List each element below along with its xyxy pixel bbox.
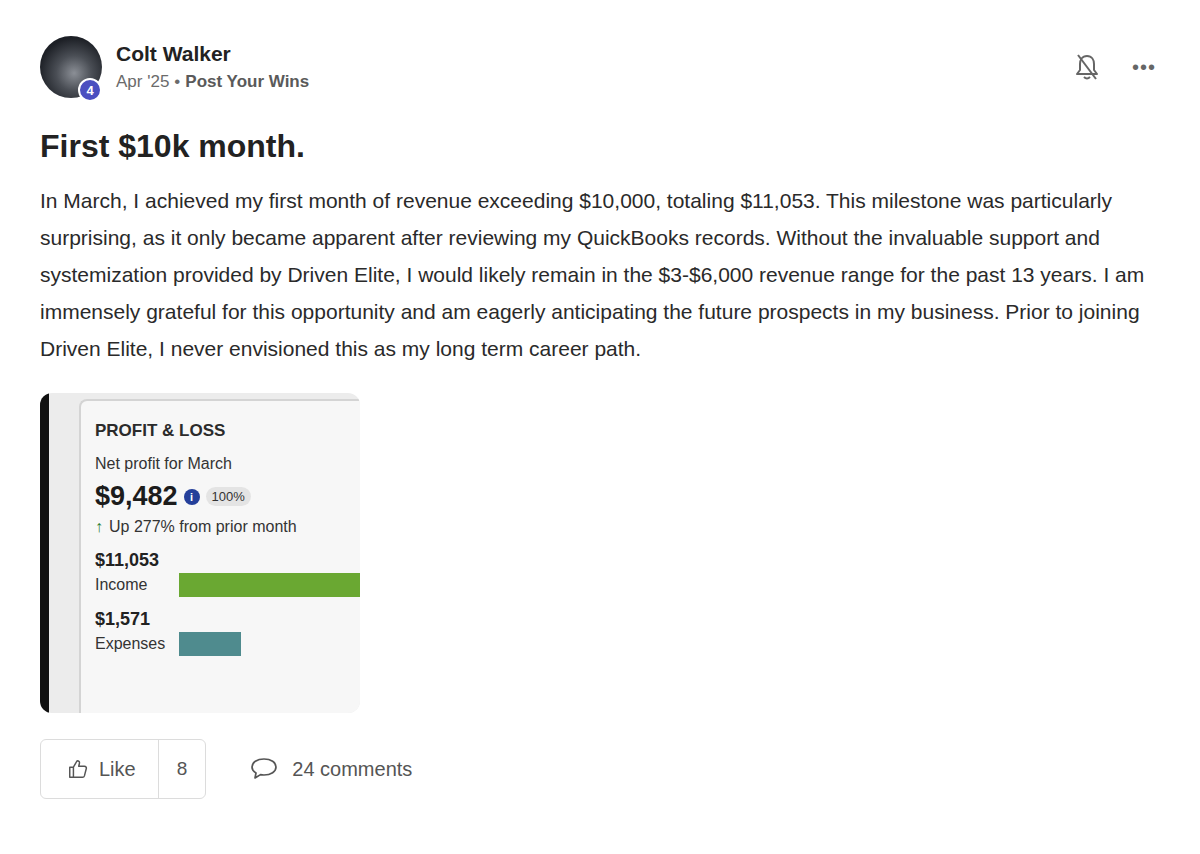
author-avatar[interactable]: 4 xyxy=(40,36,102,98)
level-badge: 4 xyxy=(78,78,102,102)
post-category[interactable]: Post Your Wins xyxy=(185,72,309,92)
bar-label: Expenses xyxy=(95,635,179,653)
post-date: Apr '25 xyxy=(116,72,169,92)
header-actions: ••• xyxy=(1074,53,1160,81)
attachment-image[interactable]: PROFIT & LOSS Net profit for March $9,482 i… xyxy=(40,393,360,713)
percent-badge: 100% xyxy=(206,487,251,506)
comment-icon xyxy=(250,757,278,781)
pl-subheading: Net profit for March xyxy=(95,455,360,473)
net-profit-amount: $9,482 xyxy=(95,481,178,512)
like-count[interactable]: 8 xyxy=(159,740,206,798)
image-edge xyxy=(40,393,49,713)
comments-button[interactable]: 24 comments xyxy=(250,757,412,781)
info-icon: i xyxy=(184,489,200,505)
pl-heading: PROFIT & LOSS xyxy=(95,421,360,441)
pl-change: ↑ Up 277% from prior month xyxy=(95,518,360,536)
bar-fill xyxy=(179,632,241,656)
like-label-area[interactable]: Like xyxy=(41,740,159,798)
like-label: Like xyxy=(99,758,136,781)
bar-label: Income xyxy=(95,576,179,594)
comments-count: 24 comments xyxy=(292,758,412,781)
pl-bar: $11,053 Income xyxy=(95,550,360,597)
post-body: In March, I achieved my first month of r… xyxy=(40,182,1160,367)
change-text: Up 277% from prior month xyxy=(109,518,297,536)
post-page: 4 Colt Walker Apr '25•Post Your Wins ••• Fir… xyxy=(0,0,1200,854)
bar-track xyxy=(179,573,360,597)
more-menu-button[interactable]: ••• xyxy=(1132,56,1156,79)
author-meta: Colt Walker Apr '25•Post Your Wins xyxy=(116,42,309,92)
meta-separator: • xyxy=(174,72,180,92)
post-title: First $10k month. xyxy=(40,126,1160,166)
bar-amount: $1,571 xyxy=(95,609,360,630)
pl-amount-row: $9,482 i 100% xyxy=(95,481,360,512)
bar-fill xyxy=(179,573,360,597)
post-meta: Apr '25•Post Your Wins xyxy=(116,72,309,92)
bar-row: Expenses xyxy=(95,632,360,656)
thumbs-up-icon xyxy=(67,758,89,780)
bell-off-icon[interactable] xyxy=(1074,53,1100,81)
bar-row: Income xyxy=(95,573,360,597)
profit-loss-panel: PROFIT & LOSS Net profit for March $9,482 i… xyxy=(79,399,360,713)
author-name[interactable]: Colt Walker xyxy=(116,42,309,66)
like-button[interactable]: Like 8 xyxy=(40,739,206,799)
bar-track xyxy=(179,632,360,656)
up-arrow-icon: ↑ xyxy=(95,518,103,536)
post-actions: Like 8 24 comments xyxy=(40,739,1160,799)
post-header: 4 Colt Walker Apr '25•Post Your Wins ••• xyxy=(40,36,1160,98)
pl-bar: $1,571 Expenses xyxy=(95,609,360,656)
bar-amount: $11,053 xyxy=(95,550,360,571)
